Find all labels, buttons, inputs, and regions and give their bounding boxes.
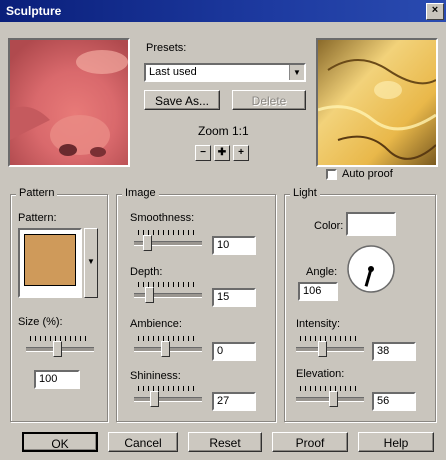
slider-thumb[interactable] — [329, 391, 338, 407]
window-title: Sculpture — [6, 4, 62, 18]
pattern-swatch-fill — [24, 234, 76, 286]
color-label: Color: — [314, 220, 344, 232]
angle-dial[interactable] — [346, 244, 396, 294]
intensity-field[interactable]: 38 — [372, 342, 416, 361]
chevron-down-icon: ▼ — [87, 257, 95, 266]
effect-preview — [316, 38, 438, 167]
zoom-label: Zoom 1:1 — [198, 124, 249, 138]
elevation-slider[interactable] — [296, 386, 364, 408]
title-bar: Sculpture × — [0, 0, 446, 22]
proof-button[interactable]: Proof — [272, 432, 348, 452]
zoom-in-icon[interactable]: + — [233, 145, 249, 161]
pan-icon[interactable]: ✚ — [214, 145, 230, 161]
original-preview-image — [10, 40, 128, 165]
pattern-dropdown-button[interactable]: ▼ — [84, 228, 98, 298]
auto-proof-checkbox[interactable] — [326, 169, 337, 180]
reset-button[interactable]: Reset — [188, 432, 262, 452]
slider-thumb[interactable] — [150, 391, 159, 407]
slider-thumb[interactable] — [143, 235, 152, 251]
shininess-slider[interactable] — [134, 386, 202, 408]
smoothness-label: Smoothness: — [130, 212, 195, 224]
original-preview — [8, 38, 130, 167]
size-slider[interactable] — [26, 336, 94, 358]
slider-thumb[interactable] — [53, 341, 62, 357]
pattern-swatch[interactable] — [18, 228, 82, 298]
image-group-title: Image — [122, 187, 159, 199]
smoothness-field[interactable]: 10 — [212, 236, 256, 255]
presets-value: Last used — [149, 66, 197, 78]
smoothness-slider[interactable] — [134, 230, 202, 252]
depth-field[interactable]: 15 — [212, 288, 256, 307]
slider-track — [134, 397, 202, 402]
slider-thumb[interactable] — [318, 341, 327, 357]
ambience-field[interactable]: 0 — [212, 342, 256, 361]
delete-button[interactable]: Delete — [232, 90, 306, 110]
cancel-button[interactable]: Cancel — [108, 432, 178, 452]
pattern-group-title: Pattern — [16, 187, 58, 199]
ambience-slider[interactable] — [134, 336, 202, 358]
slider-thumb[interactable] — [161, 341, 170, 357]
shininess-label: Shininess: — [130, 370, 181, 382]
intensity-label: Intensity: — [296, 318, 341, 330]
angle-label: Angle: — [306, 266, 338, 278]
ok-button[interactable]: OK — [22, 432, 98, 452]
depth-slider[interactable] — [134, 282, 202, 304]
slider-track — [296, 347, 364, 352]
effect-preview-image — [318, 40, 436, 165]
help-button[interactable]: Help — [358, 432, 434, 452]
save-as-button[interactable]: Save As... — [144, 90, 220, 110]
close-button[interactable]: × — [426, 3, 444, 20]
sculpture-dialog: Sculpture × Presets: Last used ▼ Save As… — [0, 0, 446, 460]
slider-ticks — [138, 386, 198, 391]
auto-proof-label: Auto proof — [342, 168, 393, 180]
depth-label: Depth: — [130, 266, 163, 278]
presets-dropdown[interactable]: Last used ▼ — [144, 63, 306, 82]
ambience-label: Ambience: — [130, 318, 182, 330]
zoom-out-icon[interactable]: − — [195, 145, 211, 161]
slider-thumb[interactable] — [145, 287, 154, 303]
angle-field[interactable]: 106 — [298, 282, 338, 301]
presets-label: Presets: — [146, 42, 187, 54]
shininess-field[interactable]: 27 — [212, 392, 256, 411]
chevron-down-icon[interactable]: ▼ — [289, 65, 304, 80]
angle-dial-icon — [347, 245, 395, 293]
size-label: Size (%): — [18, 316, 63, 328]
elevation-label: Elevation: — [296, 368, 345, 380]
pattern-label: Pattern: — [18, 212, 57, 224]
light-group-title: Light — [290, 187, 320, 199]
intensity-slider[interactable] — [296, 336, 364, 358]
slider-ticks — [300, 336, 360, 341]
size-field[interactable]: 100 — [34, 370, 80, 389]
light-color-swatch[interactable] — [346, 212, 396, 236]
elevation-field[interactable]: 56 — [372, 392, 416, 411]
